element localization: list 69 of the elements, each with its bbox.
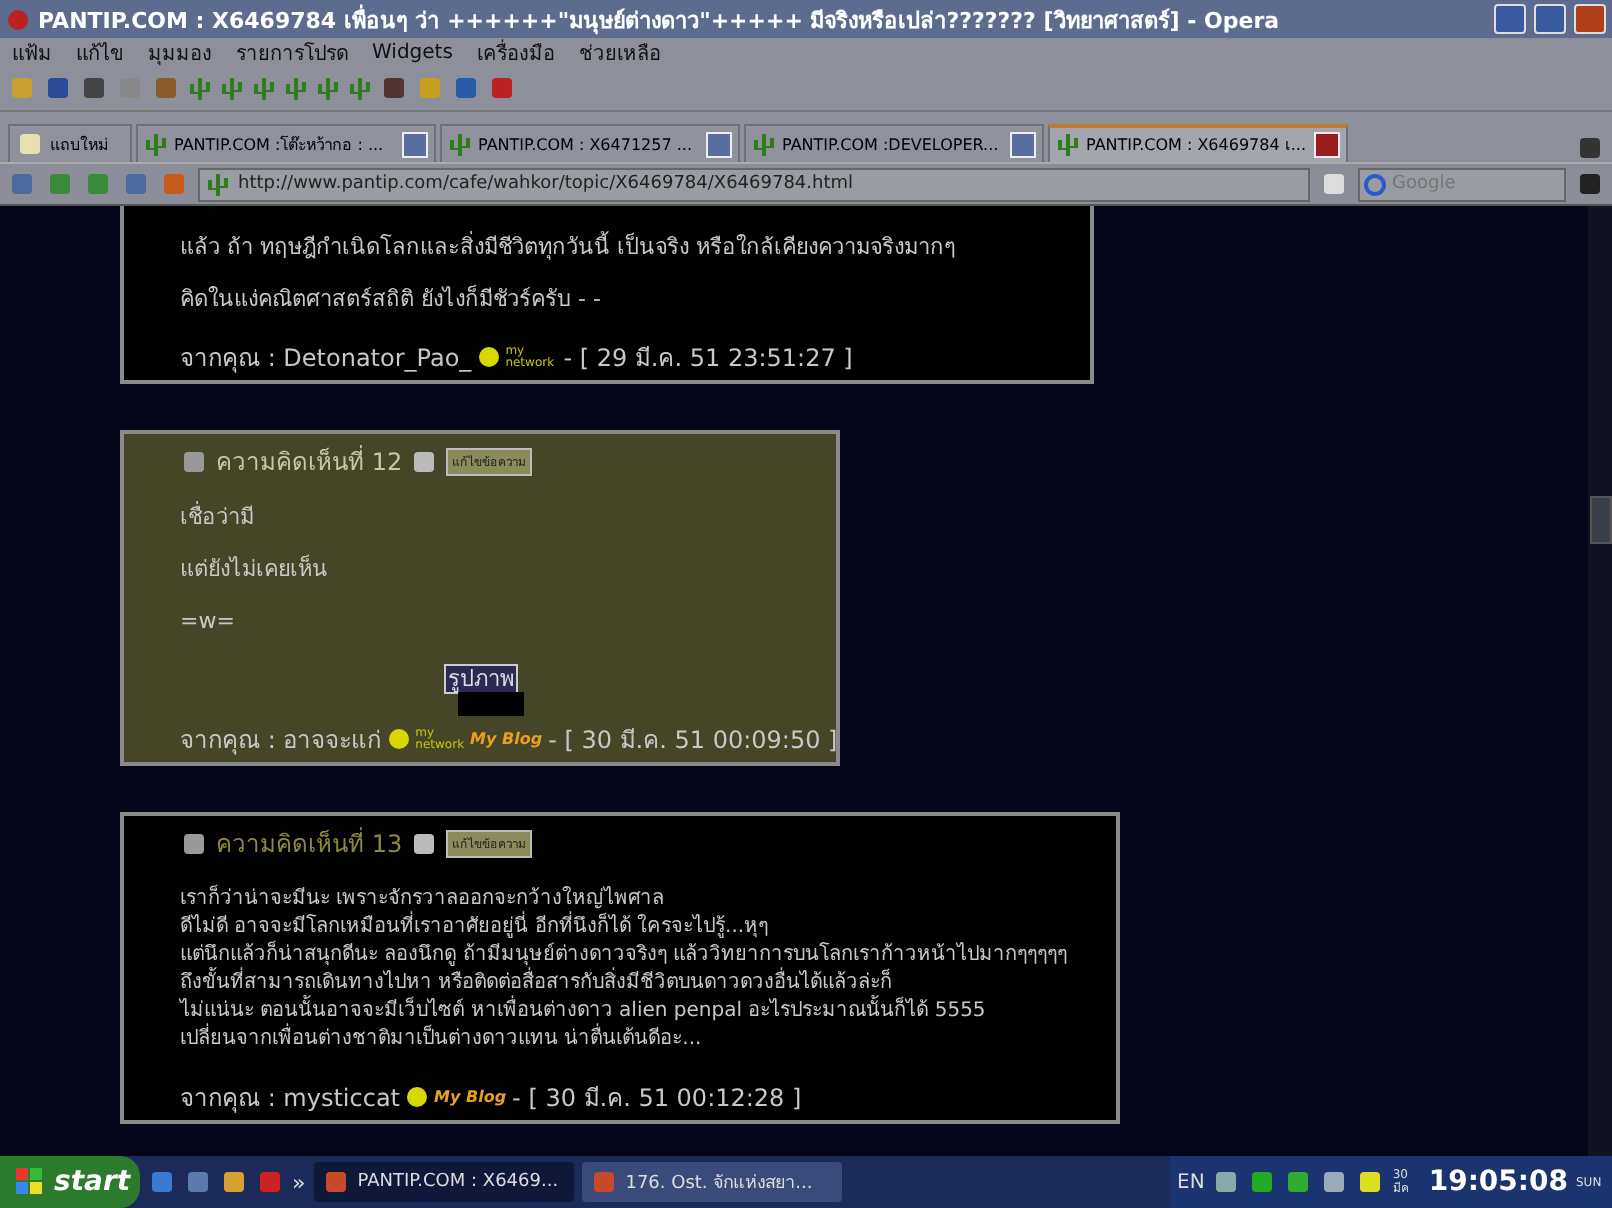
- cactus-icon: [752, 131, 776, 157]
- scrollbar[interactable]: [1588, 206, 1612, 1156]
- window-title: PANTIP.COM : X6469784 เพื่อนๆ ว่า ++++++"มนุษย์ต่างดาว"+++++ มีจริงหรือเปล่า??????? [วิทยาศาสตร์] - Opera: [38, 2, 1282, 37]
- close-icon[interactable]: [1010, 131, 1036, 157]
- blog-badge[interactable]: My Blog: [470, 730, 543, 748]
- taskbar-item[interactable]: 176. Ost. จักแห่งสยา...: [581, 1162, 842, 1202]
- comment-text: แล้ว ถ้า ทฤษฎีกำเนิดโลกและสิ่งมีชีวิตทุกวันนี้ เป็นจริง หรือใกล้เคียงความจริงมากๆ: [180, 234, 958, 262]
- browser-tab[interactable]: แถบใหม่: [8, 124, 132, 162]
- comment-text: ไม่แน่นะ ตอนนั้นอาจจะมีเว็บไซต์ หาเพื่อนต่างดาว alien penpal อะไรประมาณนั้นก็ได้ 5555: [180, 998, 1096, 1026]
- cactus-icon: [206, 171, 230, 197]
- comment-number: ความคิดเห็นที่ 13: [216, 825, 403, 862]
- windows-logo-icon: [16, 1168, 44, 1196]
- post-date: - [ 30 มี.ค. 51 00:09:50 ]: [548, 724, 838, 758]
- comment-text: ดีไม่ดี อาจจะมีโลกเหมือนที่เราอาศัยอยู่นี่ อีกที่นึงก็ได้ ใครจะไปรู้...หุๆ: [180, 914, 1096, 942]
- cactus-icon[interactable]: [252, 75, 276, 101]
- blog-badge[interactable]: My Blog: [434, 1088, 507, 1106]
- close-button[interactable]: [1574, 4, 1606, 34]
- browser-tab[interactable]: PANTIP.COM :DEVELOPER...: [744, 124, 1044, 162]
- trash-icon[interactable]: [1576, 134, 1604, 162]
- menu-item[interactable]: เครื่องมือ: [476, 37, 555, 67]
- smiley-icon: [406, 1086, 429, 1108]
- cactus-icon[interactable]: [316, 75, 340, 101]
- cactus-icon: [448, 131, 472, 157]
- smiley-icon: [387, 728, 410, 750]
- start-button[interactable]: start: [0, 1156, 140, 1208]
- post-date: - [ 30 มี.ค. 51 00:12:28 ]: [512, 1082, 802, 1116]
- cactus-icon: [144, 131, 168, 157]
- comment-number: ความคิดเห็นที่ 12: [216, 443, 403, 480]
- comment-text: คิดในแง่คณิตศาสตร์สถิติ ยังไงก็มีชัวร์ครับ - -: [180, 286, 603, 314]
- address-field[interactable]: http://www.pantip.com/cafe/wahkor/topic/X6469784/X6469784.html: [198, 167, 1310, 201]
- clock-time: 19:05:08: [1428, 1166, 1568, 1198]
- google-logo-icon: [1364, 173, 1386, 195]
- browser-tab[interactable]: PANTIP.COM : X6469784 เ...: [1048, 124, 1348, 162]
- comment-text: เชื่อว่ามี: [180, 504, 256, 532]
- image-alt-text: รูปภาพ: [444, 664, 518, 694]
- close-icon[interactable]: [706, 131, 732, 157]
- comment-text: เปลี่ยนจากเพื่อนต่างชาติมาเป็นต่างดาวแทน น่าตื่นเต้นดีอะ...: [180, 1026, 1096, 1054]
- browser-tab[interactable]: PANTIP.COM :โต๊ะหว้ากอ : ...: [136, 124, 436, 162]
- cactus-icon[interactable]: [220, 75, 244, 101]
- author-name[interactable]: จากคุณ : mysticcat: [180, 1078, 401, 1116]
- browser-tab[interactable]: PANTIP.COM : X6471257 ...: [440, 124, 740, 162]
- language-indicator[interactable]: EN: [1177, 1171, 1205, 1193]
- more-button[interactable]: »: [292, 1169, 306, 1195]
- comment-text: ถึงขั้นที่สามารถเดินทางไปหา หรือติดต่อสื่อสารกับสิ่งมีชีวิตบนดาวดวงอื่นได้แล้วล่ะก็: [180, 970, 1096, 998]
- cactus-icon[interactable]: [188, 75, 212, 101]
- menu-item[interactable]: ช่วยเหลือ: [578, 37, 661, 67]
- menu-item[interactable]: มุมมอง: [148, 37, 212, 67]
- close-icon[interactable]: [1314, 132, 1340, 158]
- smiley-icon: [477, 346, 500, 368]
- menu-item[interactable]: แก้ไข: [76, 37, 124, 67]
- comment-text: =w=: [180, 608, 237, 636]
- cactus-icon: [1056, 132, 1080, 158]
- opera-logo-icon: [6, 7, 30, 31]
- comment-text: เราก็ว่าน่าจะมีนะ เพราะจักรวาลออกจะกว้างใหญ่ไพศาล: [180, 886, 667, 911]
- cactus-icon[interactable]: [348, 75, 372, 101]
- taskbar-item[interactable]: PANTIP.COM : X6469...: [313, 1162, 574, 1202]
- image-placeholder: [458, 692, 524, 716]
- menu-item[interactable]: Widgets: [372, 41, 453, 63]
- menu-item[interactable]: รายการโปรด: [236, 37, 348, 67]
- author-name[interactable]: จากคุณ : อาจจะแก่: [180, 720, 382, 758]
- post-date: - [ 29 มี.ค. 51 23:51:27 ]: [563, 342, 853, 376]
- comment-text: แต่นึกแล้วก็น่าสนุกดีนะ ลองนึกดู ถ้ามีมนุษย์ต่างดาวจริงๆ แล้ววิทยาการบนโลกเราก้าวหน้าไปมากๆๆๆๆๆ: [180, 942, 1070, 967]
- menu-item[interactable]: แฟ้ม: [12, 37, 52, 67]
- cactus-icon[interactable]: [284, 75, 308, 101]
- comment-text: แต่ยังไม่เคยเห็น: [180, 556, 330, 584]
- restore-button[interactable]: [1534, 4, 1566, 34]
- close-icon[interactable]: [402, 131, 428, 157]
- minimize-button[interactable]: [1494, 4, 1526, 34]
- author-name[interactable]: จากคุณ : Detonator_Pao_: [180, 338, 472, 376]
